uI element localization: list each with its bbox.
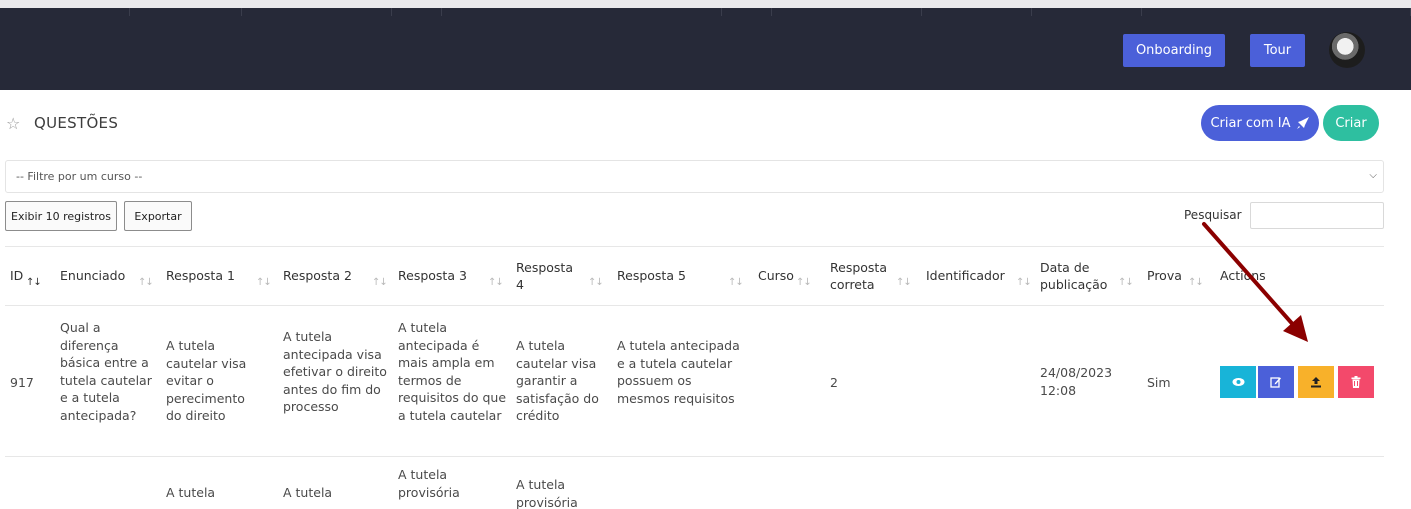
- col-header-answer2[interactable]: Resposta 2: [283, 267, 352, 284]
- col-header-answer4[interactable]: Resposta 4: [516, 259, 576, 293]
- sort-icon[interactable]: ↑↓: [728, 277, 744, 288]
- pin-icon: ☆: [6, 114, 21, 133]
- col-header-answer1[interactable]: Resposta 1: [166, 267, 235, 284]
- create-with-ai-label: Criar com IA: [1210, 115, 1291, 131]
- cell-published-date: 24/08/2023 12:08: [1040, 365, 1113, 398]
- search-input[interactable]: [1250, 202, 1384, 229]
- edit-button[interactable]: [1258, 366, 1294, 398]
- navbar-segment: [922, 8, 1032, 16]
- page-title: QUESTÕES: [34, 114, 119, 132]
- course-filter-placeholder: -- Filtre por um curso --: [16, 170, 143, 183]
- col-header-statement[interactable]: Enunciado: [60, 267, 125, 284]
- cell-correct-answer: 2: [830, 375, 838, 390]
- navbar-segment: [130, 8, 242, 16]
- sort-icon[interactable]: ↑↓: [138, 277, 154, 288]
- cell-answer5: A tutela antecipada e a tutela cautelar …: [617, 338, 740, 406]
- eye-icon: [1232, 378, 1244, 386]
- course-filter-select[interactable]: -- Filtre por um curso -- ⌵: [5, 160, 1384, 193]
- sort-icon[interactable]: ↑↓: [896, 277, 912, 288]
- col-header-course[interactable]: Curso: [758, 267, 794, 284]
- navbar-segment: [0, 8, 130, 16]
- rocket-icon: [1296, 117, 1309, 129]
- user-avatar[interactable]: [1329, 32, 1365, 68]
- navbar-segment: [1142, 8, 1411, 16]
- col-header-answer5[interactable]: Resposta 5: [617, 267, 686, 284]
- create-button[interactable]: Criar: [1323, 105, 1379, 141]
- browser-top-strip: [0, 0, 1411, 8]
- header-divider: [5, 305, 1384, 306]
- cell-answer4: A tutela cautelar visa garantir a satisf…: [516, 338, 599, 424]
- navbar-segment: [1032, 8, 1142, 16]
- page-header: ☆ QUESTÕES Criar com IA Criar: [0, 100, 1411, 148]
- sort-icon[interactable]: ↑↓: [796, 277, 812, 288]
- show-records-button[interactable]: Exibir 10 registros: [5, 201, 117, 231]
- sort-icon[interactable]: ↑↓: [256, 277, 272, 288]
- col-header-id[interactable]: ID: [10, 267, 23, 284]
- sort-icon[interactable]: ↑↓: [1118, 277, 1134, 288]
- cell-answer2: A tutela antecipada visa efetivar o dire…: [283, 329, 387, 415]
- tour-button[interactable]: Tour: [1250, 34, 1305, 67]
- col-header-identifier[interactable]: Identificador: [926, 267, 1005, 284]
- cell-answer4: A tutela provisória: [516, 477, 578, 509]
- col-header-correct[interactable]: Resposta correta: [830, 259, 894, 293]
- navbar-segment: [242, 8, 392, 16]
- cell-answer1: A tutela cautelar visa evitar o perecime…: [166, 338, 247, 424]
- cell-id: 917: [10, 375, 34, 390]
- trash-icon: [1351, 376, 1361, 388]
- view-button[interactable]: [1220, 366, 1256, 398]
- sort-icon[interactable]: ↑↓: [488, 277, 504, 288]
- cell-answer3: A tutela antecipada é mais ampla em term…: [398, 320, 507, 423]
- col-header-answer3[interactable]: Resposta 3: [398, 267, 467, 284]
- cell-answer1: A tutela: [166, 485, 216, 500]
- cell-answer2: A tutela: [283, 485, 333, 500]
- cell-answer3: A tutela provisória: [398, 467, 460, 500]
- navbar-segment: [392, 8, 442, 16]
- table-top-divider: [5, 246, 1384, 247]
- col-header-published[interactable]: Data de publicação: [1040, 259, 1122, 293]
- row-divider: [5, 456, 1384, 457]
- sort-icon[interactable]: ↑↓: [1016, 277, 1032, 288]
- create-with-ai-button[interactable]: Criar com IA: [1201, 105, 1319, 141]
- search-label: Pesquisar: [1184, 208, 1242, 222]
- sort-icon[interactable]: ↑↓: [372, 277, 388, 288]
- onboarding-button[interactable]: Onboarding: [1123, 34, 1225, 67]
- sort-icon[interactable]: ↑↓: [26, 277, 42, 288]
- navbar-segment: [722, 8, 772, 16]
- navbar-segment: [442, 8, 722, 16]
- sort-icon[interactable]: ↑↓: [1188, 277, 1204, 288]
- delete-button[interactable]: [1338, 366, 1374, 398]
- edit-icon: [1270, 377, 1281, 388]
- cell-exam: Sim: [1147, 375, 1171, 390]
- cell-statement: Qual a diferença básica entre a tutela c…: [60, 320, 152, 423]
- navbar-segment: [772, 8, 922, 16]
- col-header-actions: Actions: [1220, 268, 1266, 283]
- upload-button[interactable]: [1298, 366, 1334, 398]
- chevron-down-icon: ⌵: [1369, 170, 1377, 181]
- export-button[interactable]: Exportar: [124, 201, 192, 231]
- col-header-exam[interactable]: Prova: [1147, 267, 1182, 284]
- sort-icon[interactable]: ↑↓: [588, 277, 604, 288]
- upload-icon: [1311, 377, 1321, 388]
